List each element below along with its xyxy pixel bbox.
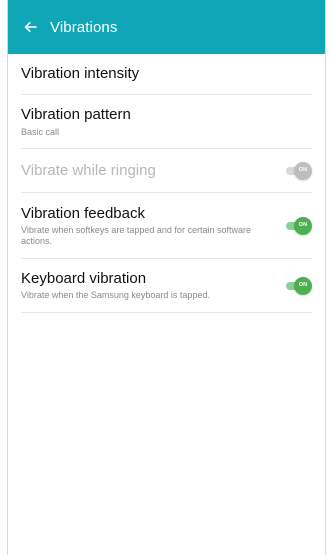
vibrate-while-ringing-toggle[interactable]: ON: [286, 161, 312, 180]
setting-row-vibrate-while-ringing[interactable]: Vibrate while ringing ON: [21, 149, 312, 193]
toggle-knob: ON: [294, 276, 312, 295]
settings-screen: Vibrations Vibration intensity Vibration…: [7, 0, 326, 555]
setting-text-group: Vibration pattern Basic call: [21, 106, 312, 137]
back-button[interactable]: [18, 15, 42, 39]
setting-subtitle: Basic call: [21, 126, 60, 137]
setting-text-group: Vibration feedback Vibrate when softkeys…: [21, 205, 274, 247]
arrow-left-icon: [22, 19, 38, 35]
setting-row-vibration-intensity[interactable]: Vibration intensity: [21, 54, 312, 95]
top-app-bar: Vibrations: [8, 0, 325, 54]
toggle-knob: ON: [294, 216, 312, 235]
setting-title: Vibration intensity: [21, 65, 140, 83]
setting-row-vibration-pattern[interactable]: Vibration pattern Basic call: [21, 95, 312, 149]
setting-title: Vibration pattern: [21, 106, 131, 124]
setting-subtitle: Vibrate when softkeys are tapped and for…: [21, 224, 251, 246]
settings-list: Vibration intensity Vibration pattern Ba…: [8, 54, 325, 313]
setting-title: Vibrate while ringing: [21, 161, 156, 179]
vibration-feedback-toggle[interactable]: ON: [286, 216, 312, 235]
setting-row-vibration-feedback[interactable]: Vibration feedback Vibrate when softkeys…: [21, 193, 312, 259]
setting-text-group: Vibration intensity: [21, 65, 312, 82]
toggle-knob: ON: [294, 161, 312, 180]
setting-subtitle: Vibrate when the Samsung keyboard is tap…: [21, 290, 210, 301]
page-title: Vibrations: [50, 18, 118, 36]
setting-text-group: Vibrate while ringing: [21, 162, 274, 179]
setting-text-group: Keyboard vibration Vibrate when the Sams…: [21, 270, 274, 301]
keyboard-vibration-toggle[interactable]: ON: [286, 276, 312, 295]
setting-title: Vibration feedback: [21, 204, 145, 222]
setting-row-keyboard-vibration[interactable]: Keyboard vibration Vibrate when the Sams…: [21, 259, 312, 313]
setting-title: Keyboard vibration: [21, 269, 147, 287]
